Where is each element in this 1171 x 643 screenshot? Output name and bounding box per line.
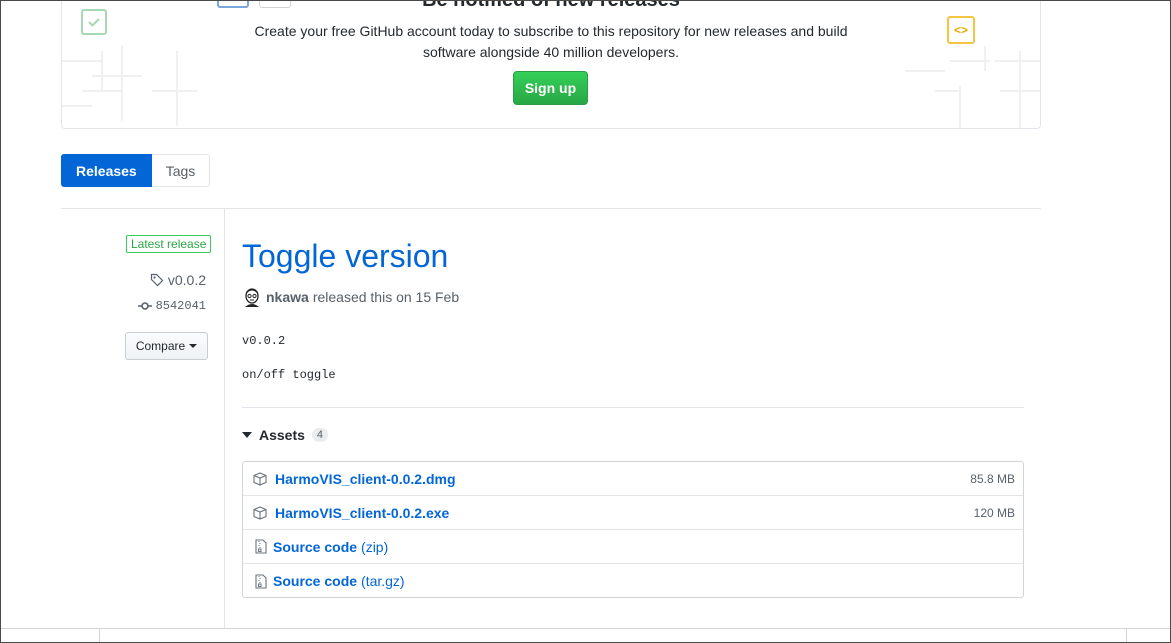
asset-row[interactable]: Source code (zip) (243, 530, 1023, 564)
banner-title: Be notified of new releases (422, 0, 680, 11)
release-tabs: Releases Tags (61, 154, 211, 187)
asset-size: 120 MB (973, 505, 1015, 520)
asset-row[interactable]: Source code (tar.gz) (243, 564, 1023, 598)
package-icon (253, 471, 267, 486)
release-body-description: on/off toggle (242, 368, 336, 382)
banner-text: Create your free GitHub account today to… (254, 23, 848, 60)
sign-up-button[interactable]: Sign up (513, 71, 588, 105)
assets-list: HarmoVIS_client-0.0.2.dmg 85.8 MB HarmoV… (242, 461, 1024, 598)
compare-label: Compare (135, 339, 186, 353)
release-commit[interactable]: 8542041 (137, 299, 206, 313)
file-zip-icon (255, 573, 267, 589)
asset-link[interactable]: HarmoVIS_client-0.0.2.dmg (275, 471, 456, 487)
tab-releases[interactable]: Releases (61, 154, 152, 187)
source-code-targz-link[interactable]: Source code (273, 573, 357, 589)
assets-toggle[interactable]: Assets 4 (242, 427, 329, 443)
asset-link[interactable]: HarmoVIS_client-0.0.2.exe (275, 505, 449, 521)
package-icon (253, 505, 267, 520)
release-notification-banner: <> Be notified of new releases Create yo… (61, 0, 1041, 129)
assets-count-badge: 4 (311, 428, 329, 442)
tab-tags[interactable]: Tags (151, 154, 211, 187)
assets-label: Assets (259, 427, 305, 443)
asset-size: 85.8 MB (970, 471, 1015, 486)
caret-down-icon (189, 344, 198, 348)
browser-viewport: <> Be notified of new releases Create yo… (0, 0, 1171, 643)
avatar[interactable] (242, 287, 262, 307)
asset-ext[interactable]: (zip) (361, 539, 388, 555)
source-code-zip-link[interactable]: Source code (273, 539, 357, 555)
released-text: released this on 15 Feb (312, 289, 460, 305)
asset-row[interactable]: HarmoVIS_client-0.0.2.dmg 85.8 MB (243, 462, 1023, 496)
timeline-divider (224, 209, 225, 629)
asset-ext[interactable]: (tar.gz) (361, 573, 405, 589)
code-icon: <> (947, 16, 975, 44)
compare-button[interactable]: Compare (125, 332, 208, 360)
latest-release-badge: Latest release (126, 235, 212, 253)
tag-icon (150, 273, 164, 287)
tag-label: v0.0.2 (167, 272, 206, 288)
release-body-version: v0.0.2 (242, 334, 286, 348)
release-tag[interactable]: v0.0.2 (150, 272, 206, 288)
release-title[interactable]: Toggle version (242, 238, 448, 275)
file-zip-icon (255, 539, 267, 554)
bottom-edge (1, 628, 1170, 642)
release-meta: nkawa released this on 15 Feb (242, 287, 459, 307)
asset-row[interactable]: HarmoVIS_client-0.0.2.exe 120 MB (243, 496, 1023, 530)
git-commit-icon (137, 302, 152, 310)
divider (61, 208, 1041, 209)
divider (242, 407, 1024, 408)
author-link[interactable]: nkawa (266, 289, 309, 305)
check-icon (81, 9, 107, 35)
triangle-down-icon (242, 432, 252, 438)
commit-sha: 8542041 (155, 299, 206, 313)
